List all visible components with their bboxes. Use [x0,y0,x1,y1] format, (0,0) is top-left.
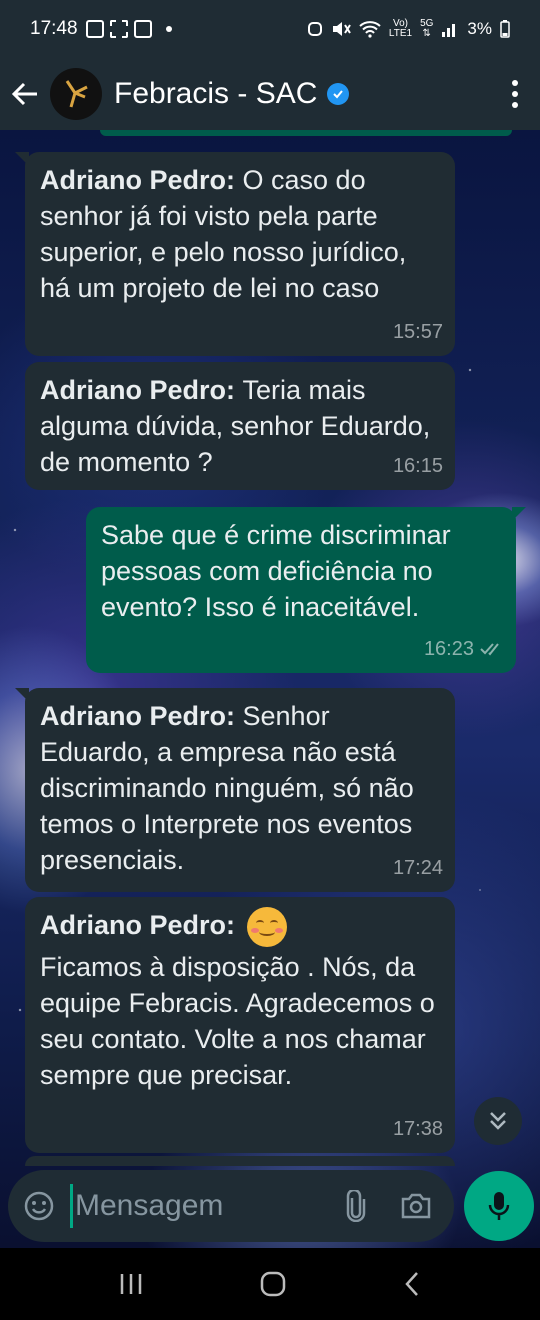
chat-area[interactable]: Adriano Pedro: O caso do senhor já foi v… [0,130,540,1248]
alarm-icon [307,22,322,36]
battery-icon [500,20,510,38]
previous-message-edge [100,130,512,136]
message-meta: 16:23 [424,631,504,667]
bubble-tail [15,152,29,166]
camera-button[interactable] [391,1192,441,1220]
voice-message-button[interactable] [464,1171,534,1241]
message-bubble-outgoing[interactable]: Sabe que é crime discriminar pessoas com… [86,507,526,673]
recent-apps-icon[interactable] [118,1272,144,1296]
volte-indicator: Vo) LTE1 [388,18,413,39]
sender-name: Adriano Pedro: [40,375,243,405]
chat-header: Febracis - SAC [0,58,540,130]
febracis-logo-icon [65,80,88,108]
message-time: 16:15 [392,455,443,477]
message-time: 17:24 [392,857,443,879]
dot-icon [512,91,518,97]
message-bubble-incoming[interactable]: Adriano Pedro: Senhor Eduardo, a empresa… [15,688,455,892]
more-options-button[interactable] [490,80,540,108]
double-check-read-icon [480,643,499,656]
microphone-icon [488,1192,510,1220]
app-notification-icon [133,20,152,38]
more-notifications-dot-icon [165,26,172,32]
5g-indicator: 5G ⇅ [420,18,434,39]
bubble-tail [512,507,526,521]
message-composer [8,1170,454,1242]
status-time: 17:48 [30,18,78,39]
text-cursor [70,1184,73,1228]
gallery-notification-icon [85,20,104,38]
dot-icon [512,80,518,86]
next-message-edge [25,1156,455,1166]
sender-name: Adriano Pedro: [40,701,243,731]
emoji-icon [24,1191,54,1221]
message-input[interactable] [75,1189,325,1223]
message-text: Sabe que é crime discriminar pessoas com… [101,520,451,622]
sender-name: Adriano Pedro: [40,165,243,195]
battery-percent: 3% [467,19,492,38]
verified-badge-icon [327,83,350,105]
bubble-tail [15,688,29,702]
dot-icon [512,102,518,108]
contact-avatar[interactable] [50,68,102,120]
smiling-face-icon [246,907,287,947]
missed-call-notification-icon [109,20,128,38]
status-right-icons: Vo) LTE1 5G ⇅ 3% [307,19,510,39]
attach-button[interactable] [331,1190,381,1222]
message-time: 16:23 [423,638,474,660]
message-text: Ficamos à disposição . Nós, da equipe Fe… [40,952,435,1090]
back-nav-icon[interactable] [402,1270,422,1298]
signal-icon [442,24,456,37]
scroll-to-bottom-button[interactable] [474,1097,522,1145]
camera-icon [401,1193,431,1219]
emoji-button[interactable] [8,1190,70,1222]
mute-icon [332,22,351,36]
message-bubble-incoming[interactable]: Adriano Pedro: Teria mais alguma dúvida,… [25,362,455,490]
sender-line: Adriano Pedro: [40,907,441,949]
home-icon[interactable] [259,1270,287,1298]
notification-icons [85,20,172,38]
message-bubble-incoming[interactable]: Adriano Pedro: Ficamos à disposição . Nó… [25,897,455,1153]
double-chevron-down-icon [490,1112,506,1130]
status-bar: 17:48 Vo) LTE1 5G ⇅ 3% [0,0,540,58]
contact-name[interactable]: Febracis - SAC [114,77,317,111]
message-time: 17:38 [392,1118,443,1140]
wifi-icon [359,21,381,38]
message-bubble-incoming[interactable]: Adriano Pedro: O caso do senhor já foi v… [15,152,455,356]
paperclip-icon [346,1190,366,1222]
back-arrow-icon [11,82,37,106]
system-navigation-bar [0,1248,540,1320]
back-button[interactable] [0,58,50,130]
message-time: 15:57 [392,321,443,343]
sender-name: Adriano Pedro: [40,910,236,941]
